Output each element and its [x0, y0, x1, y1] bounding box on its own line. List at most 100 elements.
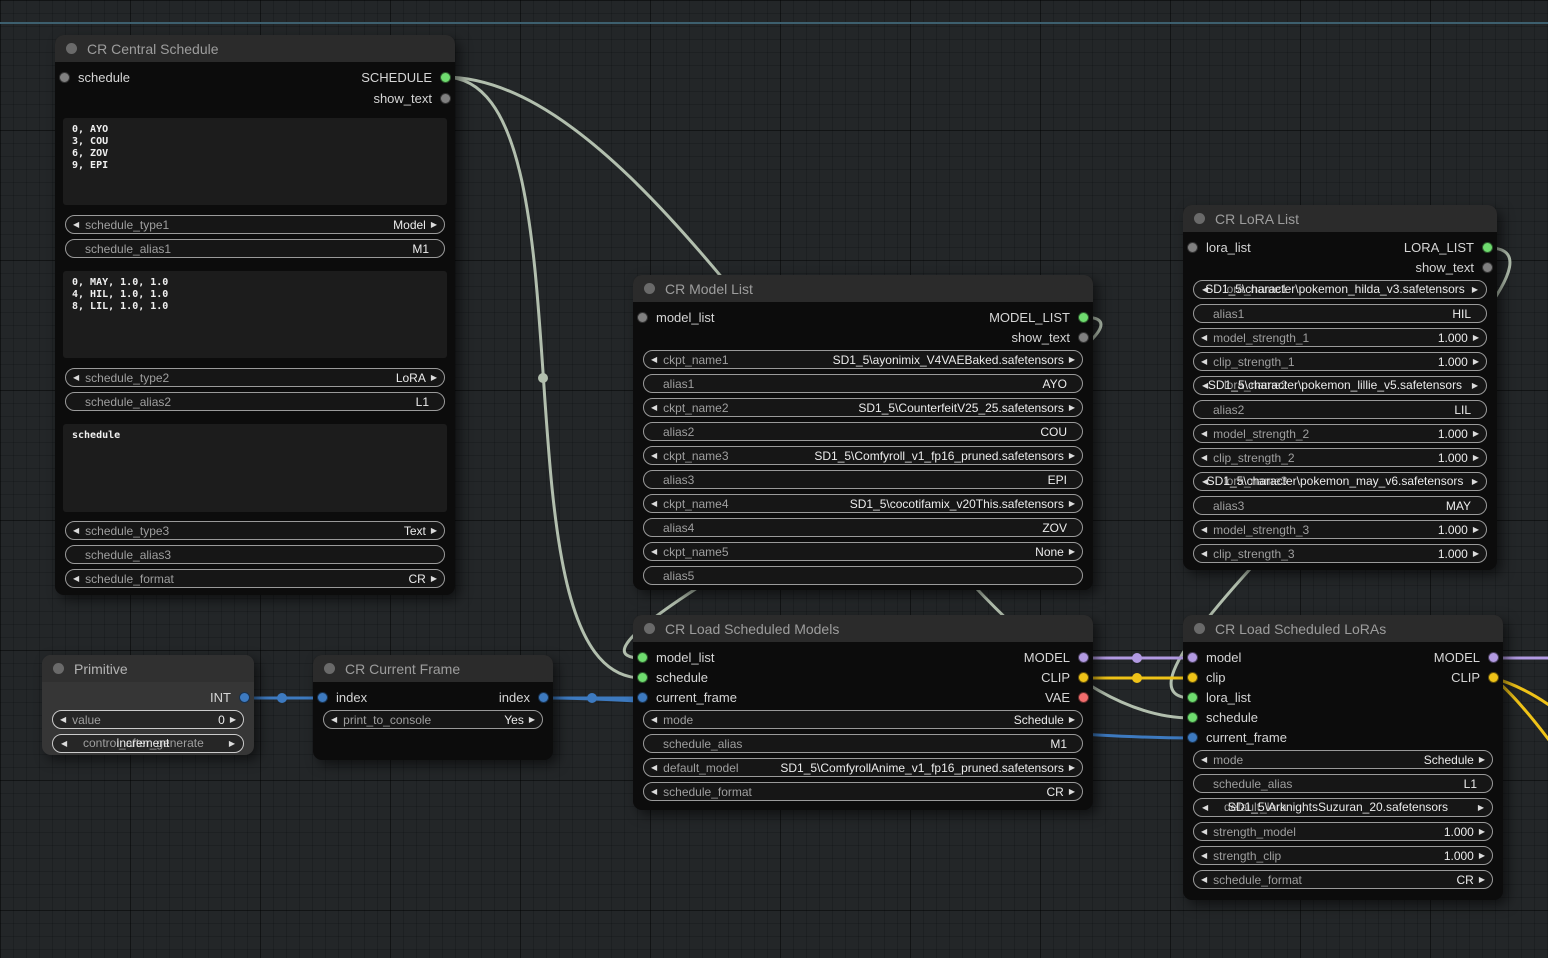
node-cr-lora-list[interactable]: CR LoRA Listlora_listLORA_LISTshow_text◀…	[1183, 205, 1497, 570]
widget-schedule_format[interactable]: ◀schedule_formatCR▶	[1193, 870, 1493, 889]
combo-right-arrow-icon[interactable]: ▶	[1069, 759, 1075, 776]
widget-strength_model[interactable]: ◀strength_model1.000▶	[1193, 822, 1493, 841]
combo-right-arrow-icon[interactable]: ▶	[431, 216, 437, 233]
combo-left-arrow-icon[interactable]: ◀	[1201, 329, 1207, 346]
widget-model_strength_2[interactable]: ◀model_strength_21.000▶	[1193, 424, 1487, 443]
widget-alias2[interactable]: alias2LIL	[1193, 400, 1487, 419]
widget-schedule_alias[interactable]: schedule_aliasL1	[1193, 774, 1493, 793]
input-slot-dot-lora_list[interactable]	[1187, 692, 1198, 703]
input-slot-dot-index[interactable]	[317, 692, 328, 703]
widget-ckpt_name5[interactable]: ◀ckpt_name5None▶	[643, 542, 1083, 561]
widget-ckpt_name1[interactable]: ◀ckpt_name1SD1_5\ayonimix_V4VAEBaked.saf…	[643, 350, 1083, 369]
combo-left-arrow-icon[interactable]: ◀	[1201, 521, 1207, 538]
combo-right-arrow-icon[interactable]: ▶	[1069, 783, 1075, 800]
widget-mode[interactable]: ◀modeSchedule▶	[643, 710, 1083, 729]
widget-schedule_alias1[interactable]: schedule_alias1M1	[65, 239, 445, 258]
node-title-bar[interactable]: CR LoRA List	[1183, 205, 1497, 232]
output-slot-SCHEDULE[interactable]: SCHEDULE	[361, 67, 451, 87]
combo-right-arrow-icon[interactable]: ▶	[1473, 521, 1479, 538]
widget-ckpt_name4[interactable]: ◀ckpt_name4SD1_5\cocotifamix_v20This.saf…	[643, 494, 1083, 513]
widget-schedule_type3[interactable]: ◀schedule_type3Text▶	[65, 521, 445, 540]
combo-right-arrow-icon[interactable]: ▶	[1069, 495, 1075, 512]
node-collapse-dot[interactable]	[324, 663, 335, 674]
output-slot-MODEL[interactable]: MODEL	[1434, 647, 1499, 667]
output-slot-CLIP[interactable]: CLIP	[1451, 667, 1499, 687]
output-slot-show_text[interactable]: show_text	[1415, 257, 1493, 277]
combo-right-arrow-icon[interactable]: ▶	[1479, 751, 1485, 768]
combo-left-arrow-icon[interactable]: ◀	[1201, 847, 1207, 864]
combo-left-arrow-icon[interactable]: ◀	[651, 711, 657, 728]
combo-left-arrow-icon[interactable]: ◀	[651, 495, 657, 512]
node-cr-current-frame[interactable]: CR Current Frameindexindex◀print_to_cons…	[313, 655, 553, 760]
output-slot-dot-show_text[interactable]	[1482, 262, 1493, 273]
combo-left-arrow-icon[interactable]: ◀	[1201, 449, 1207, 466]
combo-right-arrow-icon[interactable]: ▶	[1472, 473, 1478, 490]
node-primitive[interactable]: PrimitiveINT◀value0▶◀control_after_gener…	[42, 655, 254, 755]
node-cr-model-list[interactable]: CR Model Listmodel_listMODEL_LISTshow_te…	[633, 275, 1093, 590]
combo-right-arrow-icon[interactable]: ▶	[1473, 353, 1479, 370]
output-slot-INT[interactable]: INT	[210, 687, 250, 707]
widget-ckpt_name3[interactable]: ◀ckpt_name3SD1_5\Comfyroll_v1_fp16_prune…	[643, 446, 1083, 465]
combo-left-arrow-icon[interactable]: ◀	[1201, 545, 1207, 562]
combo-left-arrow-icon[interactable]: ◀	[1202, 377, 1208, 394]
combo-right-arrow-icon[interactable]: ▶	[1478, 799, 1484, 816]
output-slot-CLIP[interactable]: CLIP	[1041, 667, 1089, 687]
combo-left-arrow-icon[interactable]: ◀	[73, 570, 79, 587]
output-slot-dot-VAE[interactable]	[1078, 692, 1089, 703]
textarea-cr-central-schedule-6[interactable]: schedule	[63, 424, 447, 512]
widget-alias3[interactable]: alias3EPI	[643, 470, 1083, 489]
combo-left-arrow-icon[interactable]: ◀	[1201, 823, 1207, 840]
combo-right-arrow-icon[interactable]: ▶	[1069, 447, 1075, 464]
input-slot-dot-clip[interactable]	[1187, 672, 1198, 683]
widget-default_lora[interactable]: ◀default_loraSD1_5\ArknightsSuzuran_20.s…	[1193, 798, 1493, 817]
combo-left-arrow-icon[interactable]: ◀	[651, 399, 657, 416]
combo-right-arrow-icon[interactable]: ▶	[1473, 545, 1479, 562]
combo-left-arrow-icon[interactable]: ◀	[651, 759, 657, 776]
input-slot-schedule[interactable]: schedule	[1187, 707, 1258, 727]
textarea-cr-central-schedule-0[interactable]: 0, AYO 3, COU 6, ZOV 9, EPI	[63, 118, 447, 205]
output-slot-index[interactable]: index	[499, 687, 549, 707]
node-title-bar[interactable]: CR Model List	[633, 275, 1093, 302]
widget-print_to_console[interactable]: ◀print_to_consoleYes▶	[323, 710, 543, 729]
combo-right-arrow-icon[interactable]: ▶	[1473, 425, 1479, 442]
node-collapse-dot[interactable]	[1194, 213, 1205, 224]
node-title-bar[interactable]: CR Central Schedule	[55, 35, 455, 62]
widget-alias1[interactable]: alias1HIL	[1193, 304, 1487, 323]
combo-left-arrow-icon[interactable]: ◀	[73, 522, 79, 539]
combo-left-arrow-icon[interactable]: ◀	[61, 735, 67, 752]
widget-schedule_alias2[interactable]: schedule_alias2L1	[65, 392, 445, 411]
output-slot-dot-LORA_LIST[interactable]	[1482, 242, 1493, 253]
widget-schedule_type1[interactable]: ◀schedule_type1Model▶	[65, 215, 445, 234]
node-title-bar[interactable]: Primitive	[42, 655, 254, 682]
combo-right-arrow-icon[interactable]: ▶	[1069, 711, 1075, 728]
widget-alias1[interactable]: alias1AYO	[643, 374, 1083, 393]
widget-alias5[interactable]: alias5	[643, 566, 1083, 585]
combo-left-arrow-icon[interactable]: ◀	[331, 711, 337, 728]
widget-mode[interactable]: ◀modeSchedule▶	[1193, 750, 1493, 769]
combo-right-arrow-icon[interactable]: ▶	[1472, 377, 1478, 394]
node-graph-canvas[interactable]: CR Central Schedule schedule SCHEDULE show_…	[0, 0, 1548, 958]
node-collapse-dot[interactable]	[66, 43, 77, 54]
combo-right-arrow-icon[interactable]: ▶	[1069, 399, 1075, 416]
combo-left-arrow-icon[interactable]: ◀	[1201, 871, 1207, 888]
node-cr-load-scheduled-models[interactable]: CR Load Scheduled Modelsmodel_listschedu…	[633, 615, 1093, 810]
combo-right-arrow-icon[interactable]: ▶	[1472, 281, 1478, 298]
widget-alias3[interactable]: alias3MAY	[1193, 496, 1487, 515]
combo-left-arrow-icon[interactable]: ◀	[1202, 799, 1208, 816]
output-slot-dot-INT[interactable]	[239, 692, 250, 703]
output-slot-MODEL_LIST[interactable]: MODEL_LIST	[989, 307, 1089, 327]
widget-alias2[interactable]: alias2COU	[643, 422, 1083, 441]
combo-right-arrow-icon[interactable]: ▶	[1473, 329, 1479, 346]
output-slot-dot-SCHEDULE[interactable]	[440, 72, 451, 83]
widget-alias4[interactable]: alias4ZOV	[643, 518, 1083, 537]
input-slot-dot-model[interactable]	[1187, 652, 1198, 663]
combo-left-arrow-icon[interactable]: ◀	[651, 351, 657, 368]
node-cr-central-schedule[interactable]: CR Central SchedulescheduleSCHEDULEshow_…	[55, 35, 455, 595]
input-slot-lora_list[interactable]: lora_list	[1187, 687, 1251, 707]
node-title-bar[interactable]: CR Load Scheduled Models	[633, 615, 1093, 642]
widget-lora_name1[interactable]: ◀lora_name1SD1_5\character\pokemon_hilda…	[1193, 280, 1487, 299]
combo-left-arrow-icon[interactable]: ◀	[1202, 473, 1208, 490]
combo-left-arrow-icon[interactable]: ◀	[1201, 425, 1207, 442]
combo-left-arrow-icon[interactable]: ◀	[1201, 353, 1207, 370]
input-slot-schedule[interactable]: schedule	[59, 67, 130, 87]
